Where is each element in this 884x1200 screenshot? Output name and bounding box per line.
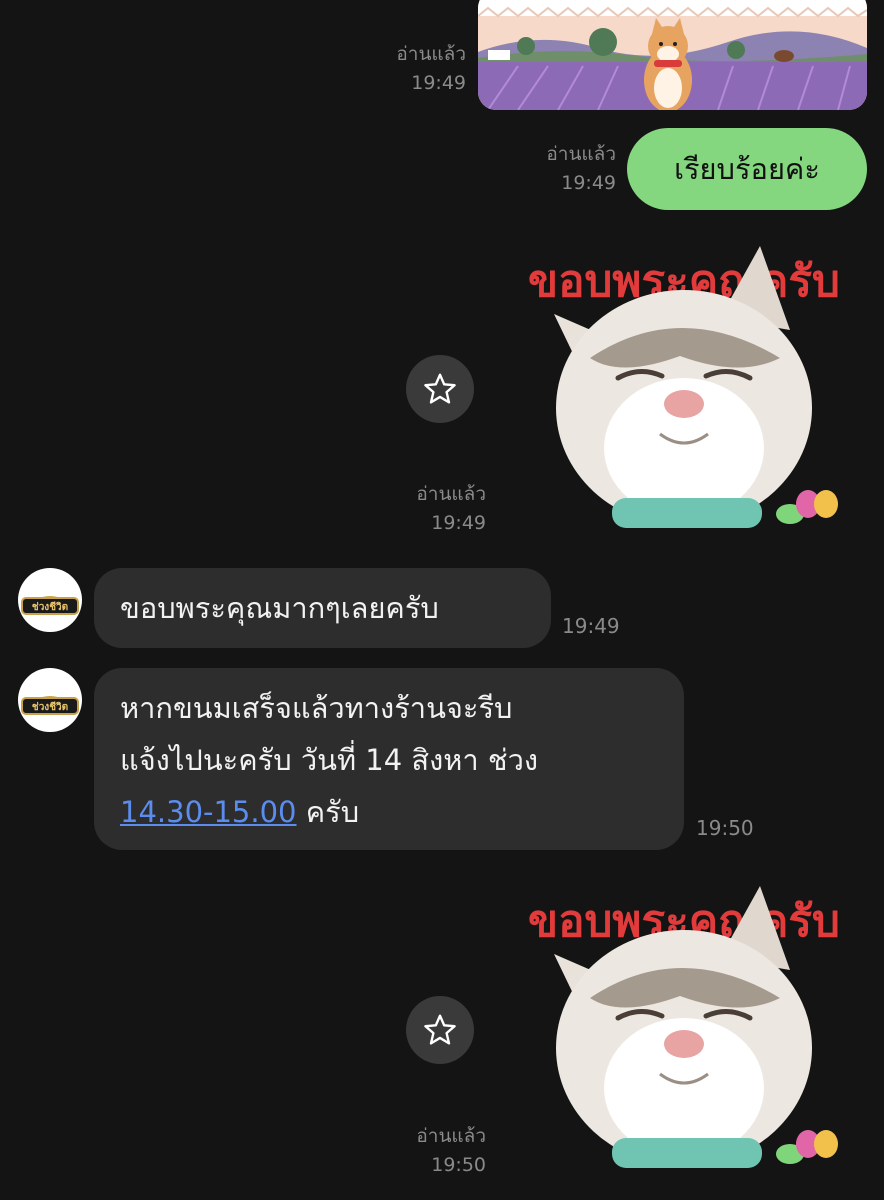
message-time: 19:50 — [696, 816, 754, 840]
sticker-meta: อ่านแล้ว 19:50 — [380, 1122, 486, 1180]
incoming-message-bubble[interactable]: หากขนมเสร็จแล้วทางร้านจะรีบ แจ้งไปนะครับ… — [94, 668, 684, 850]
svg-text:ช่วงชีวิต: ช่วงชีวิต — [32, 701, 68, 713]
message-line: หากขนมเสร็จแล้วทางร้านจะรีบ — [120, 691, 513, 725]
cat-sticker-image: ขอบพระคุณครับ — [528, 246, 840, 528]
message-time: 19:49 — [562, 614, 620, 638]
lavender-field-dog-image — [478, 0, 867, 110]
message-text: ขอบพระคุณมากๆเลยครับ — [120, 591, 439, 625]
svg-text:ช่วงชีวิต: ช่วงชีวิต — [32, 601, 68, 613]
read-receipt: อ่านแล้ว — [416, 1125, 486, 1147]
image-message-meta: อ่านแล้ว 19:49 — [360, 40, 466, 98]
outgoing-message-bubble[interactable]: เรียบร้อยค่ะ — [627, 128, 867, 210]
favorite-sticker-button[interactable] — [406, 996, 474, 1064]
message-time: 19:49 — [561, 172, 616, 194]
message-line: 14.30-15.00 ครับ — [120, 786, 658, 838]
read-receipt: อ่านแล้ว — [546, 143, 616, 165]
star-icon — [424, 1014, 456, 1045]
incoming-message-bubble[interactable]: ขอบพระคุณมากๆเลยครับ — [94, 568, 551, 648]
outgoing-message-meta: อ่านแล้ว 19:49 — [510, 140, 616, 198]
cat-sticker-image: ขอบพระคุณครับ — [528, 886, 840, 1168]
message-suffix: ครับ — [296, 795, 360, 829]
read-receipt: อ่านแล้ว — [416, 483, 486, 505]
favorite-sticker-button[interactable] — [406, 355, 474, 423]
shop-avatar[interactable]: ช่วงชีวิต — [18, 568, 82, 632]
image-message[interactable] — [478, 0, 867, 110]
message-line: แจ้งไปนะครับ วันที่ 14 สิงหา ช่วง — [120, 743, 539, 777]
shop-logo: ช่วงชีวิต — [21, 696, 79, 715]
star-icon — [424, 373, 456, 404]
cat-thank-you-sticker[interactable]: ขอบพระคุณครับ — [520, 238, 860, 538]
time-range-link[interactable]: 14.30-15.00 — [120, 795, 297, 829]
read-receipt: อ่านแล้ว — [396, 43, 466, 65]
sticker-meta: อ่านแล้ว 19:49 — [380, 480, 486, 538]
message-time: 19:49 — [431, 512, 486, 534]
message-text: เรียบร้อยค่ะ — [674, 152, 820, 186]
message-time: 19:50 — [431, 1154, 486, 1176]
shop-avatar[interactable]: ช่วงชีวิต — [18, 668, 82, 732]
message-time: 19:49 — [411, 72, 466, 94]
cat-thank-you-sticker[interactable]: ขอบพระคุณครับ — [520, 878, 860, 1178]
shop-logo: ช่วงชีวิต — [21, 596, 79, 615]
